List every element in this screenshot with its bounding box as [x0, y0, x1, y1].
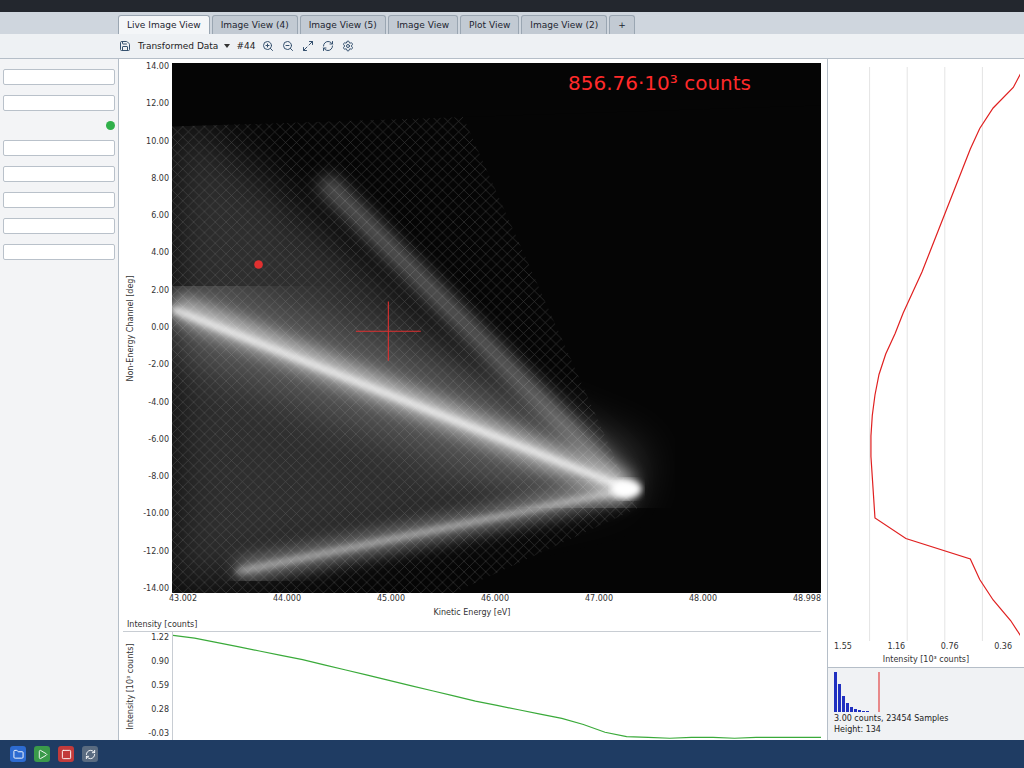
axis-tick: 1.22 — [151, 634, 169, 642]
axis-tick: -6.00 — [148, 436, 169, 444]
profile-x-ticks: 1.55 1.16 0.76 0.36 — [828, 641, 1024, 655]
axis-tick: 0.00 — [151, 324, 169, 332]
taskbar — [0, 740, 1024, 768]
profile-area — [828, 59, 1024, 641]
y-axis-label: Non-Energy Channel [deg] — [123, 63, 137, 593]
axis-tick: 4.00 — [151, 249, 169, 257]
view-tab[interactable]: Plot View — [460, 15, 519, 34]
axis-tick: -0.03 — [148, 730, 169, 738]
view-tab[interactable]: Image View — [388, 15, 458, 34]
y-axis-ticks: 14.00 12.00 10.00 8.00 6.00 4.00 2.00 0.00 -2.00… — [137, 63, 172, 593]
axis-tick: -2.00 — [148, 361, 169, 369]
profile-chart — [832, 67, 1020, 641]
axis-tick: 0.28 — [151, 706, 169, 714]
source-dropdown[interactable]: Transformed Data — [138, 41, 218, 51]
sidebar-field[interactable] — [3, 166, 115, 182]
histogram-chart — [834, 672, 934, 712]
axis-tick: -10.00 — [143, 510, 169, 518]
histogram-summary: 3.00 counts, 23454 Samples — [834, 714, 1018, 723]
axis-tick: 0.76 — [941, 643, 959, 655]
sidebar-field[interactable] — [3, 244, 115, 260]
edc-y-label: Intensity [10³ counts] — [123, 632, 137, 740]
edc-title: Intensity [counts] — [123, 620, 821, 631]
axis-tick: 0.90 — [151, 658, 169, 666]
axis-tick: 6.00 — [151, 212, 169, 220]
x-axis-ticks: 43.002 44.000 45.000 46.000 47.000 48.000 48.9… — [123, 593, 821, 607]
cursor-crosshair-icon[interactable] — [254, 260, 421, 361]
image-view: Non-Energy Channel [deg] 14.00 12.00 10.00 8… — [119, 59, 827, 740]
axis-tick: 14.00 — [146, 63, 169, 71]
axis-tick: 48.000 — [689, 595, 717, 607]
fit-icon[interactable] — [301, 39, 315, 53]
zoom-out-icon[interactable] — [281, 39, 295, 53]
histogram-height: Height: 134 — [834, 725, 1018, 734]
sidebar-field[interactable] — [3, 95, 115, 111]
save-icon[interactable] — [118, 39, 132, 53]
profile-panel: 1.551.160.760.36Intensity [10³ counts]3.… — [827, 59, 1024, 740]
play-icon[interactable] — [34, 746, 50, 762]
edc-chart — [173, 632, 821, 740]
edc-panel: Intensity [10³ counts] 1.22 0.90 0.59 0.28 -0… — [123, 631, 821, 740]
x-axis-label: Kinetic Energy [eV] — [123, 607, 821, 620]
frame-number: #44 — [236, 41, 255, 51]
sidebar-field[interactable] — [3, 192, 115, 208]
sidebar-field[interactable] — [3, 140, 115, 156]
edc-line — [173, 635, 821, 738]
axis-tick: -4.00 — [148, 399, 169, 407]
axis-tick: 0.59 — [151, 682, 169, 690]
axis-tick: 1.16 — [887, 643, 905, 655]
dropdown-arrow-icon[interactable] — [224, 44, 230, 48]
count-readout: 856.76·10³ counts — [568, 71, 751, 95]
axis-tick: 0.36 — [994, 643, 1012, 655]
view-tab[interactable]: Live Image View — [118, 15, 210, 34]
edc-y-ticks: 1.22 0.90 0.59 0.28 -0.03 — [137, 632, 172, 740]
view-tab[interactable]: Image View (5) — [300, 15, 386, 34]
app-window: Live Image ViewImage View (4)Image View … — [0, 0, 1024, 768]
axis-tick: -12.00 — [143, 548, 169, 556]
axis-tick: 43.002 — [169, 595, 197, 607]
profile-x-label: Intensity [10³ counts] — [828, 655, 1024, 667]
sidebar-field[interactable] — [3, 69, 115, 85]
spectrum-image[interactable] — [172, 63, 821, 593]
axis-tick: 12.00 — [146, 100, 169, 108]
axis-tick: 10.00 — [146, 138, 169, 146]
axis-tick: 8.00 — [151, 175, 169, 183]
add-tab-button[interactable]: + — [609, 15, 635, 34]
axis-tick: 45.000 — [377, 595, 405, 607]
axis-tick: -8.00 — [148, 473, 169, 481]
axis-tick: 47.000 — [585, 595, 613, 607]
view-tab[interactable]: Image View (4) — [212, 15, 298, 34]
axis-tick: 2.00 — [151, 287, 169, 295]
image-row: Non-Energy Channel [deg] 14.00 12.00 10.00 8… — [123, 63, 821, 593]
tab-bar: Live Image ViewImage View (4)Image View … — [0, 12, 1024, 34]
view-tab[interactable]: Image View (2) — [521, 15, 607, 34]
workspace: Non-Energy Channel [deg] 14.00 12.00 10.00 8… — [0, 59, 1024, 740]
refresh-icon[interactable] — [321, 39, 335, 53]
status-dot — [106, 121, 115, 130]
zoom-in-icon[interactable] — [261, 39, 275, 53]
axis-tick: 46.000 — [481, 595, 509, 607]
toolbar: Transformed Data #44 — [0, 34, 1024, 59]
axis-tick: 44.000 — [273, 595, 301, 607]
axis-tick: -14.00 — [143, 585, 169, 593]
axis-tick: 1.55 — [834, 643, 852, 655]
refresh-icon[interactable] — [82, 746, 98, 762]
image-canvas: 856.76·10³ counts — [172, 63, 821, 593]
profile-line — [871, 67, 1020, 641]
histogram-panel: 3.00 counts, 23454 Samples Height: 134 — [828, 667, 1024, 740]
sidebar — [0, 59, 119, 740]
sidebar-field[interactable] — [3, 218, 115, 234]
folder-icon[interactable] — [10, 746, 26, 762]
settings-icon[interactable] — [341, 39, 355, 53]
axis-tick: 48.998 — [793, 595, 821, 607]
stop-icon[interactable] — [58, 746, 74, 762]
screen-bezel — [0, 0, 1024, 12]
edc-plot-area — [172, 632, 821, 740]
